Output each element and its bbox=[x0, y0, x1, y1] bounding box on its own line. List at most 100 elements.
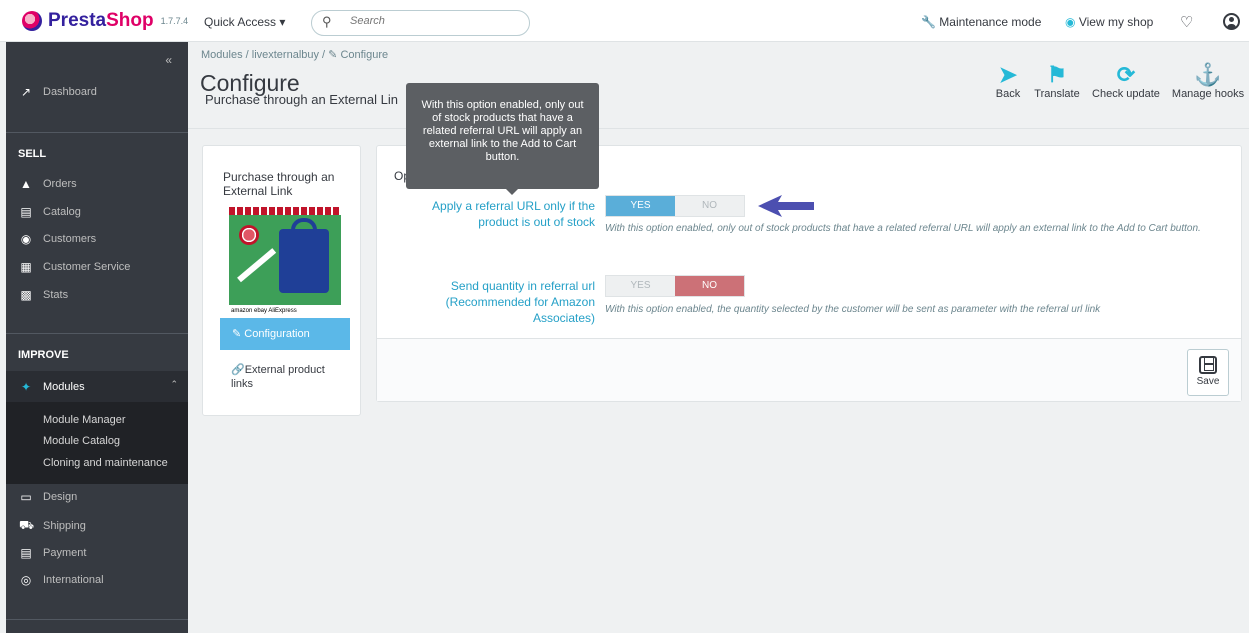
modules-submenu: Module Manager Module Catalog Cloning an… bbox=[6, 402, 188, 484]
submenu-item-module-manager[interactable]: Module Manager bbox=[43, 414, 126, 426]
globe-icon: ◎ bbox=[20, 573, 32, 587]
submenu-item-module-catalog[interactable]: Module Catalog bbox=[43, 435, 120, 447]
notifications-bell-icon[interactable]: ♡ bbox=[1180, 13, 1193, 31]
sidebar-item-label: Modules bbox=[43, 381, 85, 393]
brand-name-shop: Shop bbox=[106, 10, 154, 31]
top-header: PrestaShop 1.7.7.4 Quick Access ▾ ⚲ 🔧 Ma… bbox=[0, 0, 1249, 42]
view-shop-link[interactable]: ◉ View my shop bbox=[1065, 15, 1153, 29]
option-send-quantity-label: Send quantity in referral url (Recommend… bbox=[445, 279, 595, 325]
option-out-of-stock-help: With this option enabled, only out of st… bbox=[605, 223, 1201, 234]
save-button[interactable]: Save bbox=[1187, 349, 1229, 396]
sidebar-item-label: Catalog bbox=[43, 206, 81, 218]
bar-chart-icon: ▩ bbox=[20, 288, 32, 302]
switch-yes[interactable]: YES bbox=[606, 196, 675, 216]
module-logo-image: amazon ebay AliExpress bbox=[229, 207, 341, 317]
wrench-icon: 🔧 bbox=[921, 15, 936, 29]
chat-icon: ▦ bbox=[20, 260, 32, 274]
check-update-button[interactable]: ⟳ Check update bbox=[1091, 62, 1161, 100]
sidebar-item-label: Orders bbox=[43, 178, 77, 190]
sidebar-item-label: Design bbox=[43, 491, 78, 503]
send-quantity-switch[interactable]: YES NO bbox=[605, 275, 745, 297]
sidebar-item-dashboard[interactable]: ↗ Dashboard bbox=[6, 85, 188, 99]
sidebar-item-modules[interactable]: ✦ Modules ⌃ bbox=[6, 371, 188, 402]
puzzle-icon: ✦ bbox=[20, 380, 32, 394]
search-box[interactable]: ⚲ bbox=[311, 10, 530, 36]
marketplace-logos: amazon ebay AliExpress bbox=[229, 305, 341, 317]
back-button[interactable]: ➤ Back bbox=[993, 62, 1023, 100]
floppy-disk-icon bbox=[1199, 356, 1217, 374]
sidebar-item-label: Payment bbox=[43, 547, 87, 559]
search-input[interactable] bbox=[350, 15, 520, 27]
header-divider bbox=[188, 128, 1249, 129]
link-icon: 🔗 bbox=[231, 364, 245, 376]
quick-access-dropdown[interactable]: Quick Access ▾ bbox=[204, 15, 285, 29]
sidebar-item-modules-row: ✦ Modules bbox=[6, 380, 188, 394]
option-send-quantity-help: With this option enabled, the quantity s… bbox=[605, 304, 1101, 315]
external-links-label: External product links bbox=[231, 364, 325, 390]
configuration-label: Configuration bbox=[244, 328, 310, 340]
brand[interactable]: PrestaShop 1.7.7.4 bbox=[22, 10, 188, 32]
maintenance-mode-link[interactable]: 🔧 Maintenance mode bbox=[921, 15, 1041, 29]
check-update-label: Check update bbox=[1092, 88, 1160, 100]
wrench-icon: ✎ bbox=[232, 328, 245, 340]
arrow-icon bbox=[237, 248, 277, 283]
sidebar-item-catalog[interactable]: ▤ Catalog bbox=[6, 205, 188, 219]
store-icon: ▤ bbox=[20, 205, 32, 219]
credit-card-icon: ▤ bbox=[20, 546, 32, 560]
sidebar-item-label: Customer Service bbox=[43, 261, 131, 273]
sidebar-item-international[interactable]: ◎ International bbox=[6, 573, 188, 587]
external-links-tab[interactable]: 🔗External product links bbox=[231, 363, 341, 391]
collapse-sidebar-icon[interactable]: « bbox=[165, 53, 172, 67]
divider bbox=[6, 333, 188, 334]
help-tooltip: With this option enabled, only out of st… bbox=[406, 83, 599, 195]
sidebar-item-stats[interactable]: ▩ Stats bbox=[6, 288, 188, 302]
decorative-border bbox=[229, 207, 341, 215]
sidebar-item-customer-service[interactable]: ▦ Customer Service bbox=[6, 260, 188, 274]
switch-no[interactable]: NO bbox=[675, 276, 744, 296]
sidebar-item-design[interactable]: ▭ Design bbox=[6, 490, 188, 504]
divider bbox=[6, 132, 188, 133]
breadcrumb[interactable]: Modules / livexternalbuy / ✎ Configure bbox=[201, 48, 388, 61]
chevron-up-icon: ⌃ bbox=[170, 379, 178, 389]
module-name: Purchase through an External Link bbox=[223, 170, 335, 198]
section-title-sell: SELL bbox=[18, 148, 47, 160]
shopping-bag-icon bbox=[279, 229, 329, 293]
anchor-icon: ⚓ bbox=[1194, 62, 1222, 87]
truck-icon: ⛟ bbox=[19, 518, 35, 532]
page-subtitle: Purchase through an External Lin bbox=[205, 92, 398, 107]
sidebar-item-label: Shipping bbox=[43, 520, 86, 532]
sidebar-item-label: Dashboard bbox=[43, 86, 97, 98]
sidebar-item-shipping[interactable]: ⛟ Shipping bbox=[6, 518, 188, 534]
switch-no[interactable]: NO bbox=[675, 196, 744, 216]
annotation-arrow-icon bbox=[758, 195, 814, 217]
manage-hooks-button[interactable]: ⚓ Manage hooks bbox=[1170, 62, 1246, 100]
translate-label: Translate bbox=[1034, 88, 1080, 100]
section-title-improve: IMPROVE bbox=[18, 349, 69, 361]
sidebar-item-payment[interactable]: ▤ Payment bbox=[6, 546, 188, 560]
manage-hooks-label: Manage hooks bbox=[1171, 88, 1245, 100]
gift-icon bbox=[239, 225, 259, 245]
panel-footer bbox=[377, 338, 1241, 401]
maintenance-label: Maintenance mode bbox=[939, 15, 1042, 29]
out-of-stock-switch[interactable]: YES NO bbox=[605, 195, 745, 217]
eye-icon: ◉ bbox=[1065, 15, 1076, 29]
submenu-item-cloning[interactable]: Cloning and maintenance bbox=[43, 457, 168, 469]
sidebar-item-customers[interactable]: ◉ Customers bbox=[6, 232, 188, 246]
back-label: Back bbox=[995, 88, 1021, 100]
module-card: Purchase through an External Link amazon… bbox=[202, 145, 361, 416]
prestashop-logo-icon bbox=[22, 11, 42, 31]
desktop-icon: ▭ bbox=[20, 490, 32, 504]
save-label: Save bbox=[1196, 376, 1220, 387]
sidebar-item-label: International bbox=[43, 574, 104, 586]
trending-up-icon: ↗ bbox=[20, 85, 32, 99]
translate-button[interactable]: ⚑ Translate bbox=[1032, 62, 1082, 100]
user-account-icon[interactable] bbox=[1223, 13, 1240, 30]
account-circle-icon: ◉ bbox=[20, 232, 32, 246]
divider bbox=[6, 619, 188, 620]
option-out-of-stock-label: Apply a referral URL only if the product… bbox=[432, 199, 595, 229]
brand-name: PrestaShop bbox=[48, 10, 154, 32]
shopping-basket-icon: ▲ bbox=[20, 177, 32, 191]
sidebar-item-orders[interactable]: ▲ Orders bbox=[6, 177, 188, 191]
switch-yes[interactable]: YES bbox=[606, 276, 675, 296]
configuration-tab[interactable]: ✎ Configuration bbox=[220, 318, 350, 350]
